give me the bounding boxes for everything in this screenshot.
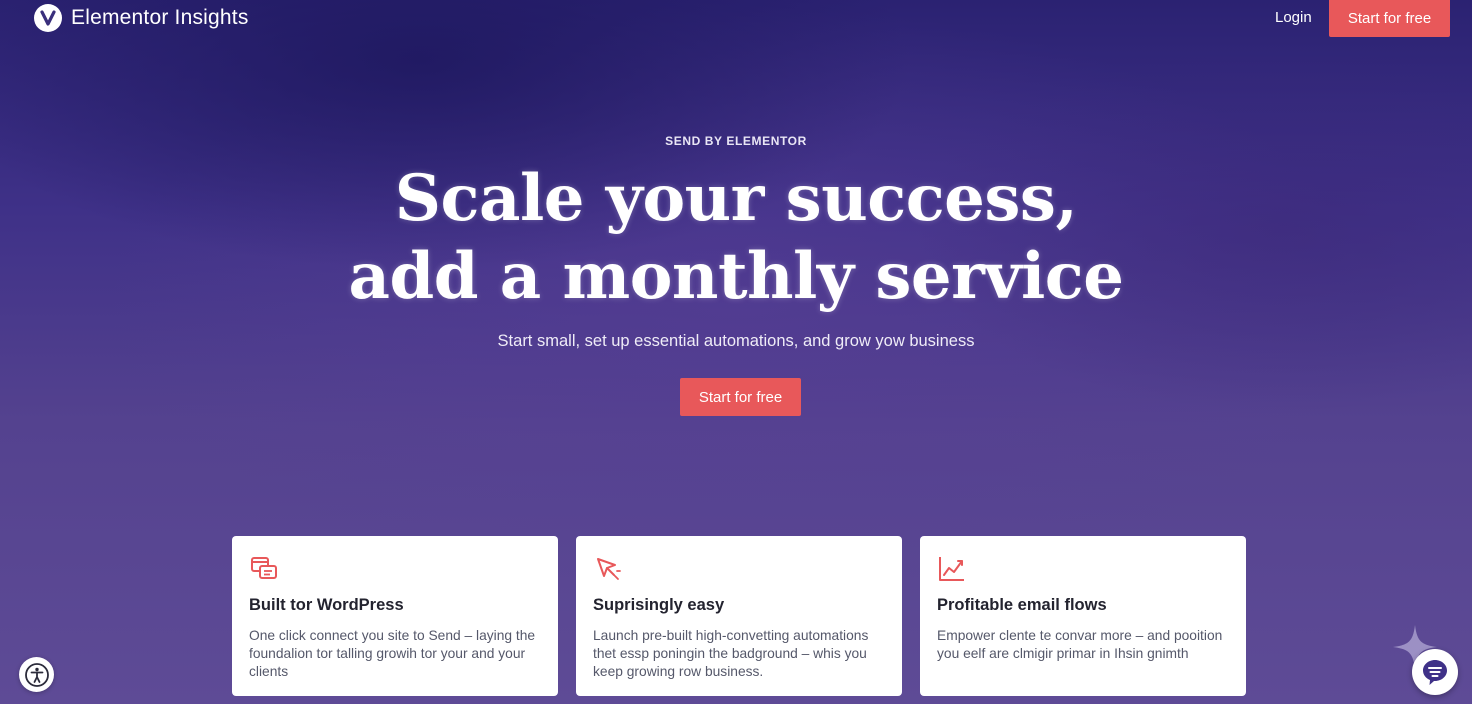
feature-description-line: thet essp poningin the badground – whis … [593,646,867,661]
hero-eyebrow: SEND BY ELEMENTOR [665,134,807,148]
hero-start-for-free-button[interactable]: Start for free [680,378,801,416]
feature-card-wordpress: Built tor WordPress One click connect yo… [232,536,558,696]
chat-widget-button[interactable] [1412,649,1458,695]
hero-headline-line1: Scale your success, [394,161,1078,236]
feature-card-email-flows: Profitable email flows Empower clente te… [920,536,1246,696]
feature-title: Built tor WordPress [249,596,404,614]
feature-description-line: Empower clente te convar more – and pooi… [937,628,1223,643]
hero-headline-line2: add a monthly service [348,239,1124,314]
accessibility-button[interactable] [19,657,54,692]
feature-description-line: clients [249,664,289,679]
login-link[interactable]: Login [1275,9,1312,26]
feature-description: Empower clente te convar more – and pooi… [937,627,1229,663]
feature-description-line: keep growing row business. [593,664,764,679]
site-header: Elementor Insights Login Start for free [0,0,1472,38]
feature-title: Profitable email flows [937,596,1107,614]
feature-title: Suprisingly easy [593,596,725,614]
feature-description: One click connect you site to Send – lay… [249,627,541,681]
cursor-click-icon [597,558,621,580]
brand-logo-link[interactable]: Elementor Insights [34,4,249,32]
feature-card-easy: Suprisingly easy Launch pre-built high-c… [576,536,902,696]
feature-description: Launch pre-built high-convetting automat… [593,627,885,681]
feature-description-line: One click connect you site to Send – lay… [249,628,536,643]
header-start-for-free-button[interactable]: Start for free [1329,0,1450,37]
feature-description-line: you eelf are clmigir primar in Ihsin gni… [937,646,1189,661]
hero-subhead: Start small, set up essential automation… [497,332,975,350]
accessibility-icon [24,662,49,687]
chat-bubble-icon [1423,660,1447,685]
hero-headline: Scale your success, add a monthly servic… [0,160,1472,316]
feature-description-line: Launch pre-built high-convetting automat… [593,628,869,643]
brand-name: Elementor Insights [71,6,249,29]
feature-description-line: foundalion tor talling growih tor your a… [249,646,526,661]
chat-windows-icon [251,557,277,579]
line-chart-icon [939,557,964,581]
brand-logo-icon [34,4,62,32]
